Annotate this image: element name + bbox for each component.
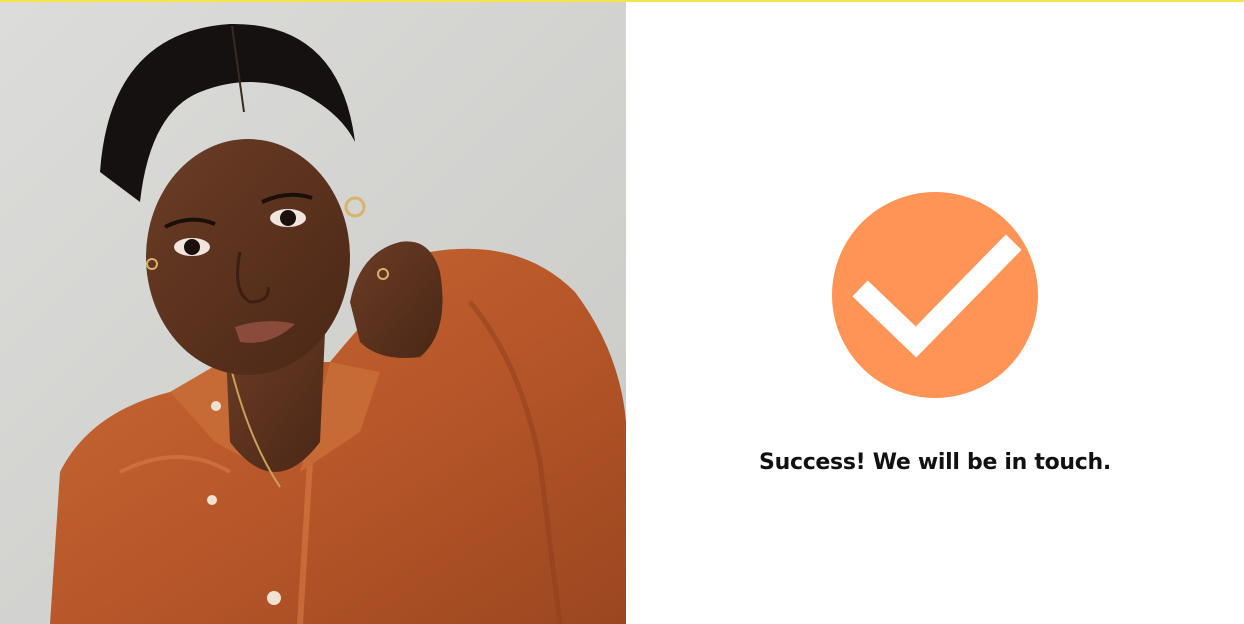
checkmark-icon (832, 192, 1038, 398)
confirmation-panel: Success! We will be in touch. (626, 2, 1244, 624)
success-message: Success! We will be in touch. (759, 450, 1111, 475)
portrait-illustration (0, 2, 626, 624)
hero-photo (0, 2, 626, 624)
success-page: Success! We will be in touch. (0, 0, 1244, 624)
